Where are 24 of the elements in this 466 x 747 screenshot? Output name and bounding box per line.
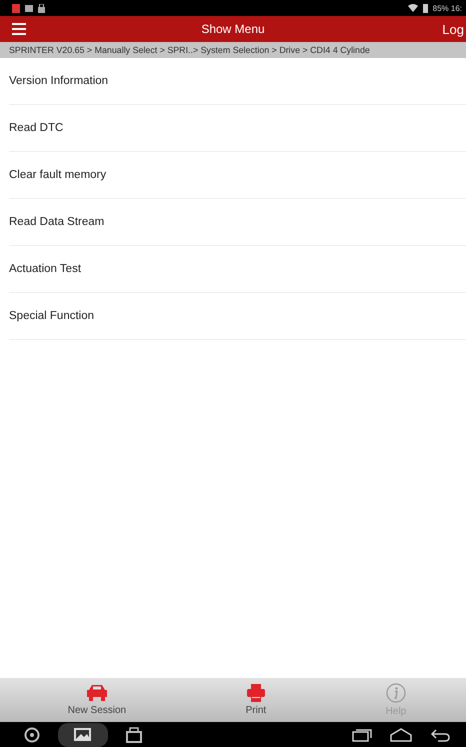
gallery-tab[interactable] — [58, 722, 108, 746]
lock-icon — [38, 4, 45, 12]
log-button[interactable]: Log — [442, 22, 466, 36]
home-icon[interactable] — [390, 728, 412, 742]
car-icon — [86, 684, 108, 702]
printer-icon[interactable] — [126, 726, 142, 742]
menu-item[interactable]: Read DTC — [9, 105, 466, 152]
toolbar-button[interactable]: Print — [242, 678, 270, 722]
toolbar-button[interactable]: New Session — [64, 678, 130, 722]
info-icon — [386, 683, 406, 703]
menu-item[interactable]: Clear fault memory — [9, 152, 466, 199]
battery-text: 85% 16: — [432, 4, 462, 12]
printer-icon — [246, 684, 265, 702]
menu-item[interactable]: Actuation Test — [9, 246, 466, 293]
battery-icon — [422, 4, 428, 12]
menu-item[interactable]: Read Data Stream — [9, 199, 466, 246]
back-icon[interactable] — [430, 728, 450, 742]
menu-item[interactable]: Special Function — [9, 293, 466, 340]
menu-icon[interactable] — [12, 23, 26, 35]
wifi-icon — [408, 4, 418, 12]
recent-apps-icon[interactable] — [352, 728, 372, 742]
menu-item[interactable]: Version Information — [9, 58, 466, 105]
header-title: Show Menu — [201, 22, 265, 36]
breadcrumb: SPRINTER V20.65 > Manually Select > SPRI..> System Selection > Drive > CDI4 4 Cylinde — [0, 42, 466, 58]
